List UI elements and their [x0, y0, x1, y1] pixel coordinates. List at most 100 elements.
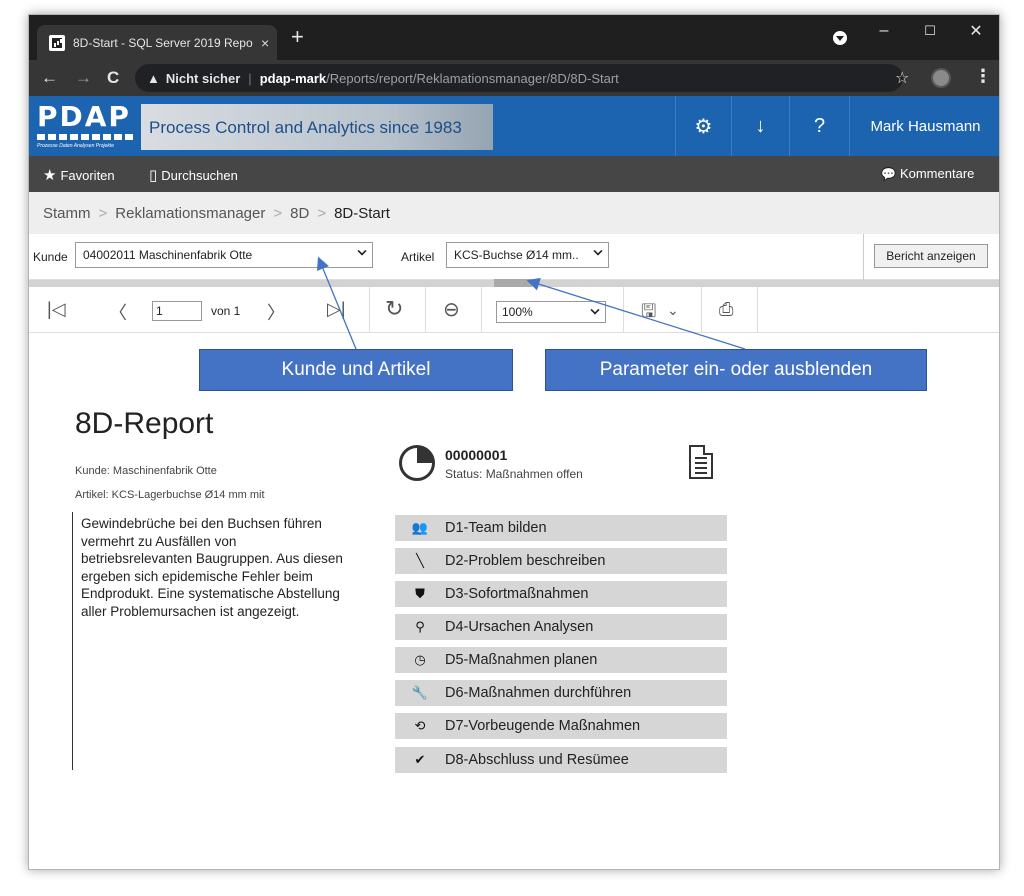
- step-d5[interactable]: ◷ D5-Maßnahmen planen: [395, 647, 727, 673]
- maximize-button[interactable]: ☐: [907, 15, 953, 47]
- artikel-value: KCS-Buchse Ø14 mm..: [454, 248, 579, 262]
- breadcrumb-current: 8D-Start: [334, 204, 390, 222]
- step-d7[interactable]: ⟲ D7-Vorbeugende Maßnahmen: [395, 713, 727, 739]
- parameter-toggle-handle[interactable]: [494, 279, 532, 287]
- clock-icon: ◷: [414, 652, 426, 667]
- browser-menu-icon[interactable]: ⋮: [974, 66, 992, 87]
- previous-page-icon[interactable]: 〈: [109, 299, 127, 325]
- menu-bar: ★ Favoriten ▯ Durchsuchen 💬 Kommentare: [29, 156, 999, 192]
- print-icon[interactable]: ⎙: [719, 299, 733, 320]
- parameter-area: Kunde 04002011 Maschinenfabrik Otte Arti…: [29, 234, 999, 280]
- report-favicon-icon: [49, 34, 65, 51]
- tab-close-icon[interactable]: ×: [261, 35, 269, 51]
- step-label: D8-Abschluss und Resümee: [445, 752, 629, 768]
- callout-kunde-artikel: Kunde und Artikel: [199, 349, 513, 391]
- last-page-icon[interactable]: ▷|: [327, 299, 346, 320]
- tab-search-icon[interactable]: [833, 31, 847, 45]
- breadcrumb: Stamm > Reklamationsmanager > 8D > 8D-St…: [29, 192, 999, 234]
- forward-arrow-icon[interactable]: →: [75, 68, 92, 88]
- help-icon[interactable]: ?: [789, 96, 849, 156]
- zoom-select[interactable]: 100%: [496, 301, 606, 323]
- callout-parameter-toggle: Parameter ein- oder ausblenden: [545, 349, 927, 391]
- save-icon[interactable]: 🖫: [641, 299, 656, 329]
- profile-avatar[interactable]: [931, 68, 951, 88]
- pen-icon: ╲: [416, 553, 424, 568]
- cycle-icon: ⟲: [414, 718, 426, 733]
- pdap-logo[interactable]: PDAP Prozesse Daten Analysen Projekte: [29, 96, 141, 156]
- step-d8[interactable]: ✔ D8-Abschluss und Resümee: [395, 747, 727, 773]
- comments-label: Kommentare: [899, 166, 975, 181]
- page-count-label: von 1: [211, 304, 241, 318]
- url-separator: |: [248, 70, 252, 86]
- checkmark-icon: ✔: [414, 752, 426, 767]
- step-d1[interactable]: 👥 D1-Team bilden: [395, 515, 727, 541]
- step-d6[interactable]: 🔧 D6-Maßnahmen durchführen: [395, 680, 727, 706]
- kunde-value: 04002011 Maschinenfabrik Otte: [83, 248, 253, 262]
- toolbar-divider: [701, 287, 702, 333]
- report-kunde: Kunde: Maschinenfabrik Otte: [75, 465, 217, 477]
- step-label: D2-Problem beschreiben: [445, 553, 606, 569]
- new-tab-button[interactable]: +: [291, 26, 304, 48]
- step-label: D3-Sofortmaßnahmen: [445, 586, 589, 602]
- url-field[interactable]: ▲ Nicht sicher | pdap-mark /Reports/repo…: [135, 64, 903, 92]
- close-window-button[interactable]: ✕: [953, 15, 999, 47]
- next-page-icon[interactable]: 〉: [267, 299, 285, 325]
- browser-window: 8D-Start - SQL Server 2019 Repor × + – ☐…: [28, 14, 1000, 870]
- toolbar-divider: [481, 287, 482, 333]
- view-report-button[interactable]: Bericht anzeigen: [874, 244, 988, 268]
- not-secure-label: Nicht sicher: [165, 70, 241, 86]
- back-to-parent-icon[interactable]: ⊖: [443, 297, 460, 322]
- toolbar-divider: [369, 287, 370, 333]
- toolbar-divider: [425, 287, 426, 333]
- browse-menu[interactable]: ▯ Durchsuchen: [149, 166, 238, 184]
- chevron-down-icon: [593, 246, 603, 256]
- step-d4[interactable]: ⚲ D4-Ursachen Analysen: [395, 614, 727, 640]
- artikel-select[interactable]: KCS-Buchse Ø14 mm..: [446, 242, 609, 268]
- param-divider: [863, 234, 864, 280]
- bookmark-star-icon[interactable]: ☆: [895, 68, 909, 88]
- breadcrumb-separator: >: [317, 204, 327, 222]
- breadcrumb-reklamationsmanager[interactable]: Reklamationsmanager: [115, 205, 265, 222]
- document-icon[interactable]: [689, 445, 713, 479]
- download-icon[interactable]: ↓: [731, 96, 789, 156]
- first-page-icon[interactable]: |◁: [47, 299, 66, 320]
- tagline-text: Process Control and Analytics since 1983: [149, 118, 462, 137]
- minimize-button[interactable]: –: [861, 15, 907, 47]
- refresh-icon[interactable]: ↻: [385, 296, 403, 322]
- star-icon: ★: [43, 167, 57, 184]
- report-artikel: Artikel: KCS-Lagerbuchse Ø14 mm mit: [75, 489, 265, 501]
- save-chevron-down-icon[interactable]: ⌄: [667, 302, 679, 319]
- page-number-input[interactable]: 1: [152, 301, 202, 321]
- toolbar-divider: [757, 287, 758, 333]
- step-d3[interactable]: ⛊ D3-Sofortmaßnahmen: [395, 581, 727, 607]
- report-title: 8D-Report: [75, 407, 214, 440]
- breadcrumb-separator: >: [98, 204, 108, 222]
- report-description: Gewindebrüche bei den Buchsen führen ver…: [81, 516, 343, 619]
- artikel-label: Artikel: [401, 250, 435, 264]
- report-status: Status: Maßnahmen offen: [445, 467, 583, 481]
- tab-title: 8D-Start - SQL Server 2019 Repor: [73, 35, 253, 50]
- address-bar-row: ← → C ▲ Nicht sicher | pdap-mark /Report…: [29, 60, 999, 96]
- kunde-label: Kunde: [33, 250, 68, 264]
- team-icon: 👥: [411, 520, 429, 535]
- comments-menu[interactable]: 💬 Kommentare: [881, 166, 974, 181]
- favorites-label: Favoriten: [60, 167, 115, 183]
- tab-bar: 8D-Start - SQL Server 2019 Repor × + – ☐…: [29, 15, 999, 60]
- shield-icon: ⛊: [415, 586, 425, 601]
- reload-icon[interactable]: C: [107, 68, 119, 88]
- favorites-menu[interactable]: ★ Favoriten: [43, 166, 115, 184]
- breadcrumb-stamm[interactable]: Stamm: [43, 205, 91, 222]
- magnifier-icon: ⚲: [415, 619, 425, 634]
- browser-tab[interactable]: 8D-Start - SQL Server 2019 Repor ×: [37, 25, 277, 60]
- chevron-down-icon: [357, 246, 367, 256]
- settings-gear-icon[interactable]: ⚙: [675, 96, 731, 156]
- step-label: D5-Maßnahmen planen: [445, 652, 598, 668]
- back-arrow-icon[interactable]: ←: [41, 68, 58, 88]
- document-icon: ▯: [149, 167, 158, 184]
- step-d2[interactable]: ╲ D2-Problem beschreiben: [395, 548, 727, 574]
- user-menu[interactable]: Mark Hausmann: [849, 96, 999, 156]
- logo-subtitle: Prozesse Daten Analysen Projekte: [37, 143, 115, 149]
- kunde-select[interactable]: 04002011 Maschinenfabrik Otte: [75, 242, 373, 268]
- breadcrumb-8d[interactable]: 8D: [290, 205, 309, 222]
- url-host: pdap-mark: [259, 70, 327, 86]
